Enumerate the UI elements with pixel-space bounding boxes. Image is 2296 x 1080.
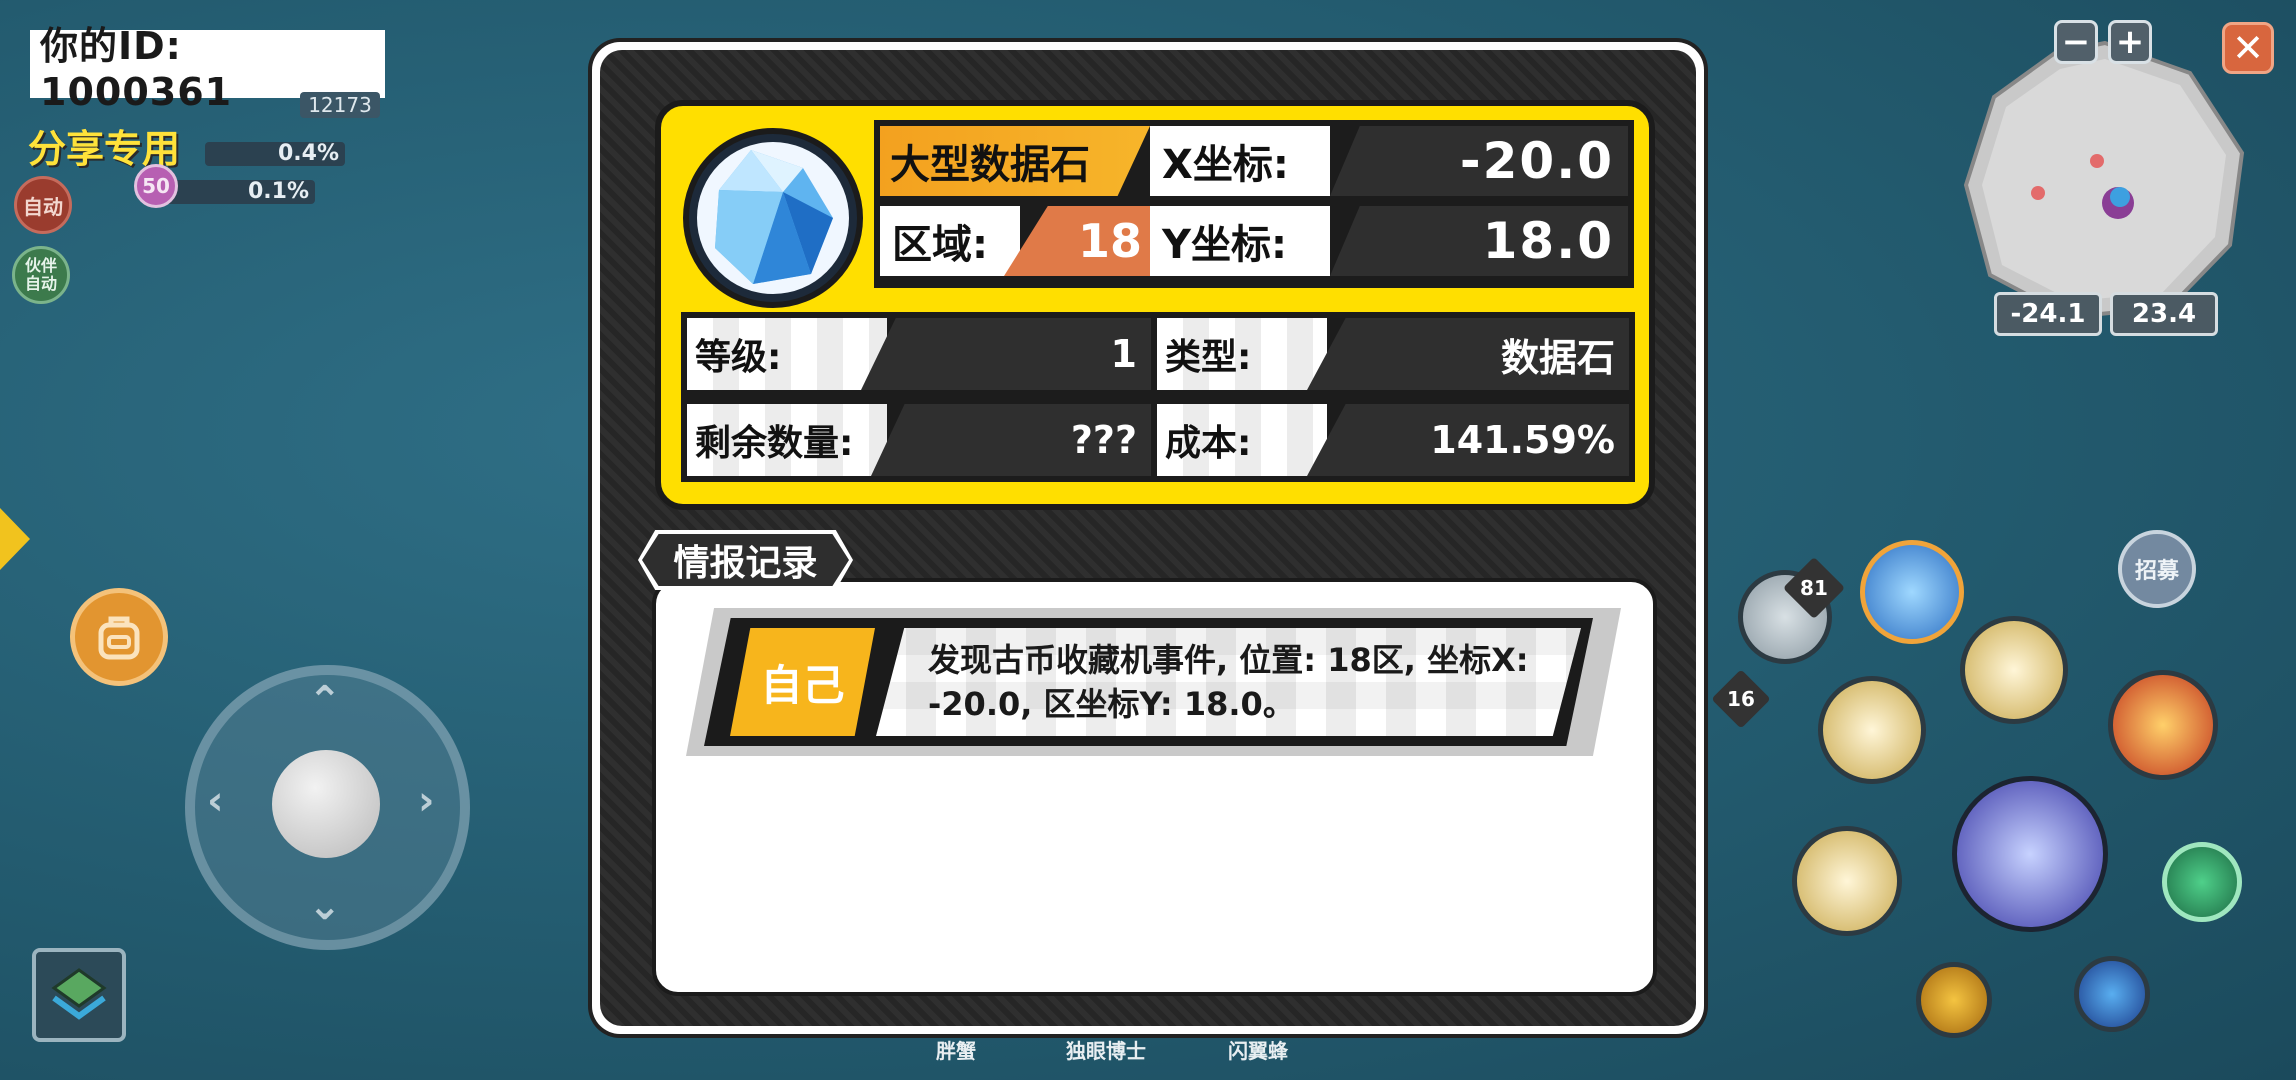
type-value: 数据石 xyxy=(1307,318,1629,390)
target-lock-button[interactable] xyxy=(2162,842,2242,922)
stat-value-2: 0.1% xyxy=(247,179,309,204)
joystick-knob[interactable] xyxy=(272,750,380,858)
lightning-main-button[interactable] xyxy=(1952,776,2108,932)
dash-skill-button[interactable] xyxy=(1916,962,1992,1038)
item-header-grid: 大型数据石 X坐标: -20.0 区域: 18 Y坐标: 18.0 xyxy=(874,120,1634,288)
stat-badge-50: 50 xyxy=(134,164,178,208)
backpack-button[interactable] xyxy=(70,588,168,686)
stat-bar-2: 0.1% xyxy=(165,180,315,204)
level-readout: 12173 xyxy=(300,92,380,118)
joystick-right-arrow: › xyxy=(418,778,435,824)
summon-skill-button-1[interactable] xyxy=(1960,616,2068,724)
remaining-value: ??? xyxy=(871,404,1151,476)
x-coord-label: X坐标: xyxy=(1150,126,1330,196)
summon-skill-button-3[interactable] xyxy=(1792,826,1902,936)
remaining-label: 剩余数量: xyxy=(687,404,887,476)
fire-skill-button[interactable] xyxy=(2108,670,2218,780)
intel-record-panel: 自己 发现古币收藏机事件, 位置: 18区, 坐标X: -20.0, 区坐标Y:… xyxy=(652,578,1657,996)
joystick-down-arrow: ⌃ xyxy=(308,880,342,926)
record-source-tag: 自己 xyxy=(730,628,875,736)
type-label: 类型: xyxy=(1157,318,1327,390)
potion-count-2: 16 xyxy=(1727,687,1755,711)
zoom-out-button[interactable]: − xyxy=(2054,20,2098,64)
auto-button[interactable]: 自动 xyxy=(14,176,72,234)
layer-icon xyxy=(51,968,107,1020)
backpack-icon xyxy=(98,616,140,660)
item-detail-modal: 大型数据石 X坐标: -20.0 区域: 18 Y坐标: 18.0 等级: 1 … xyxy=(592,42,1704,1034)
potion-count: 81 xyxy=(1800,576,1828,600)
data-stone-avatar xyxy=(683,128,863,308)
level-value: 1 xyxy=(861,318,1151,390)
companion-name-2: 独眼博士 xyxy=(1066,1039,1146,1063)
stat-bar-1: 0.4% xyxy=(205,142,345,166)
partner-auto-button[interactable]: 伙伴自动 xyxy=(12,246,70,304)
potion-count-badge-2: 16 xyxy=(1711,669,1771,729)
view-toggle-button[interactable] xyxy=(32,948,126,1042)
companion-name-3: 闪翼蜂 xyxy=(1228,1039,1288,1063)
minimap-shape xyxy=(1963,40,2245,320)
zoom-in-button[interactable]: + xyxy=(2108,20,2152,64)
map-y-readout: 23.4 xyxy=(2110,292,2218,336)
item-stats-grid: 等级: 1 类型: 数据石 剩余数量: ??? 成本: 141.59% xyxy=(681,312,1635,482)
map-x-readout: -24.1 xyxy=(1994,292,2102,336)
recruit-button[interactable]: 招募 xyxy=(2118,530,2196,608)
minimap[interactable] xyxy=(1960,35,2250,325)
x-coord-value: -20.0 xyxy=(1330,126,1628,196)
record-text: 发现古币收藏机事件, 位置: 18区, 坐标X: -20.0, 区坐标Y: 18… xyxy=(876,628,1581,736)
zone-label: 区域: xyxy=(880,206,1020,276)
close-icon[interactable]: ✕ xyxy=(2222,22,2274,74)
modal-body: 大型数据石 X坐标: -20.0 区域: 18 Y坐标: 18.0 等级: 1 … xyxy=(600,50,1696,1026)
cost-label: 成本: xyxy=(1157,404,1327,476)
intel-tab-label: 情报记录 xyxy=(673,543,818,584)
cost-value: 141.59% xyxy=(1307,404,1629,476)
dodge-skill-button[interactable] xyxy=(2074,956,2150,1032)
crystal-icon xyxy=(697,142,849,294)
y-coord-label: Y坐标: xyxy=(1150,206,1330,276)
item-info-card: 大型数据石 X坐标: -20.0 区域: 18 Y坐标: 18.0 等级: 1 … xyxy=(655,100,1655,510)
joystick-left-arrow: ‹ xyxy=(207,778,224,824)
intel-record-tab[interactable]: 情报记录 xyxy=(638,530,853,590)
y-coord-value: 18.0 xyxy=(1330,206,1628,276)
stat-value-1: 0.4% xyxy=(277,141,339,166)
companion-name-1: 胖蟹 xyxy=(936,1039,976,1063)
zone-value: 18 xyxy=(1004,206,1150,276)
player-id-label: 你的ID: 1000361 xyxy=(30,24,385,114)
item-name: 大型数据石 xyxy=(880,126,1150,196)
left-edge-marker xyxy=(0,508,30,570)
ice-skill-button[interactable] xyxy=(1860,540,1964,644)
summon-skill-button-2[interactable] xyxy=(1818,676,1926,784)
intel-record-row: 自己 发现古币收藏机事件, 位置: 18区, 坐标X: -20.0, 区坐标Y:… xyxy=(686,608,1621,756)
level-label: 等级: xyxy=(687,318,887,390)
joystick-up-arrow: ⌃ xyxy=(308,678,342,724)
